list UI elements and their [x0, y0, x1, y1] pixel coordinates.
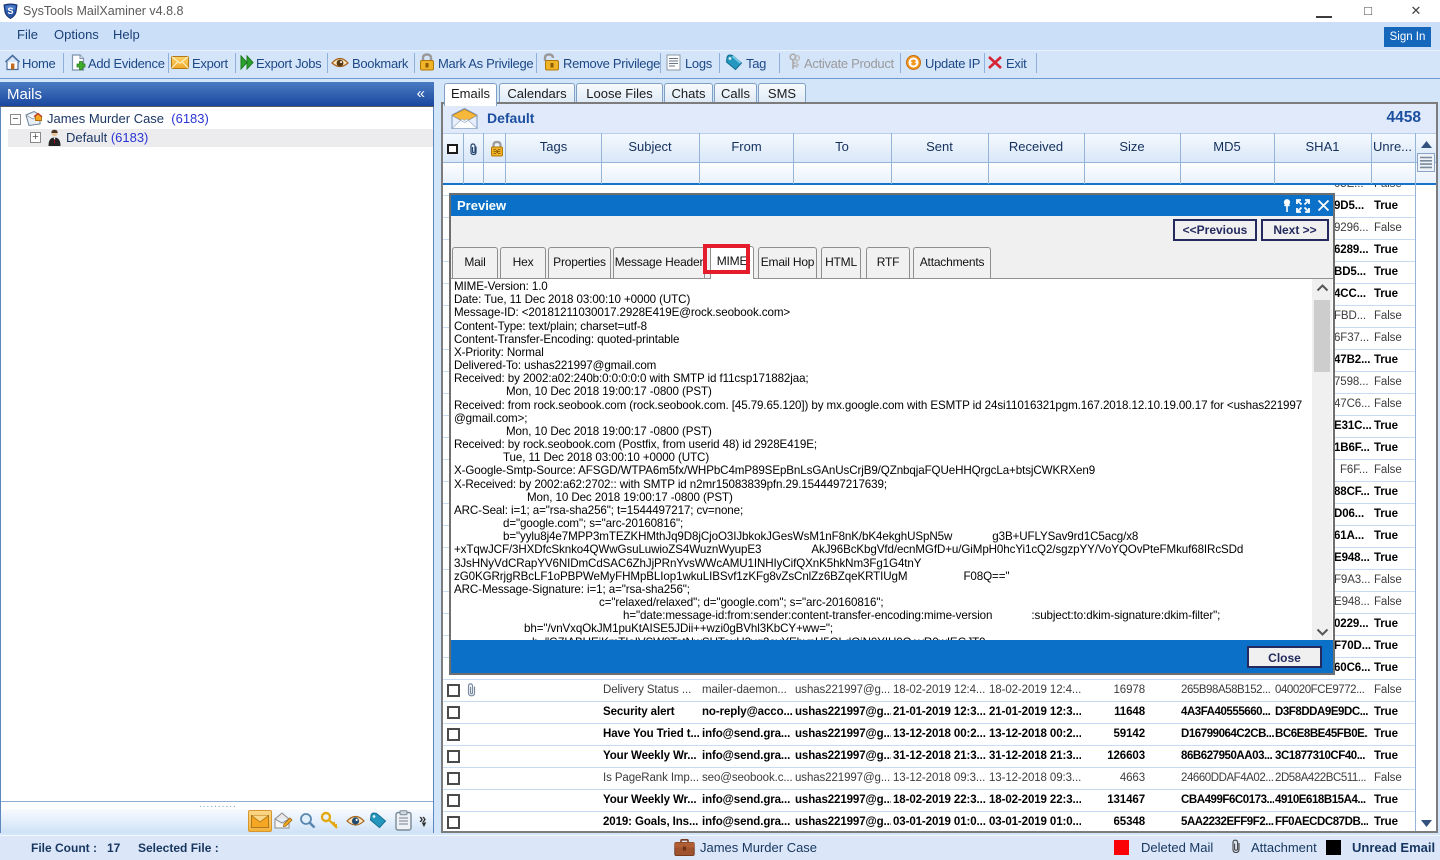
svg-text:S: S	[7, 6, 13, 16]
